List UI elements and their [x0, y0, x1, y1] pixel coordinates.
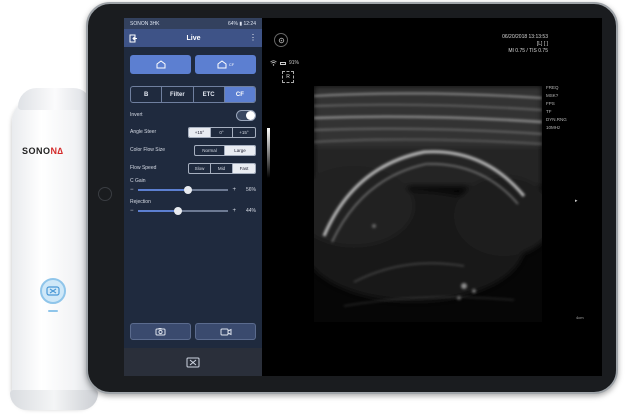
angle-steer-label: Angle Steer [130, 129, 157, 135]
control-panel: SONON 3HK 64% ▮ 12:24 Live ⋮ CF B Filter… [124, 18, 262, 376]
settings-icon[interactable] [274, 33, 288, 47]
plus-icon[interactable]: + [232, 187, 236, 193]
status-bar: SONON 3HK 64% ▮ 12:24 [124, 18, 262, 29]
c-gain-fill [137, 189, 189, 191]
datetime-info: 06/20/2018 13:13:53 [L] [ ] MI 0.75 / TI… [502, 34, 548, 55]
flow-speed-option[interactable]: Mid [211, 163, 233, 173]
rejection-fill [137, 210, 178, 212]
param-label: DYN.RNG [546, 117, 567, 122]
rejection-track[interactable] [137, 207, 229, 215]
more-menu-icon[interactable]: ⋮ [249, 34, 257, 42]
battery-level: 91% [289, 60, 300, 66]
probe-body [12, 96, 96, 406]
rejection-value: 44% [245, 208, 256, 214]
grayscale-bar [267, 128, 270, 178]
c-gain-thumb[interactable] [184, 186, 193, 194]
cf-icon [217, 60, 227, 69]
capture-image-button[interactable] [130, 323, 191, 340]
video-camera-icon [220, 328, 231, 336]
color-flow-size-option[interactable]: Large [225, 145, 255, 155]
page-title: Live [186, 34, 201, 42]
gear-icon [278, 37, 284, 43]
mi-tis: MI 0.75 / TIS 0.75 [508, 48, 548, 54]
probe-indicator: [L] [ ] [536, 41, 548, 47]
title-bar: Live ⋮ [124, 29, 262, 47]
invert-label: Invert [130, 112, 143, 118]
wifi-icon [270, 60, 277, 66]
tab-b[interactable]: B [131, 87, 163, 102]
param-label: FREQ [546, 85, 559, 90]
probe-logo-icon [46, 286, 60, 296]
angle-steer-option[interactable]: 0° [211, 127, 233, 137]
app-screen: SONON 3HK 64% ▮ 12:24 Live ⋮ CF B Filter… [124, 18, 602, 376]
battery-icon [280, 61, 286, 65]
datetime-text: 06/20/2018 13:13:53 [502, 34, 548, 40]
angle-steer-segment: +15° 0° +15° [188, 126, 256, 138]
focus-marker: ▸ [575, 198, 578, 204]
footer-bar [124, 348, 262, 376]
param-label: MSK? [546, 93, 559, 98]
color-flow-size-option[interactable]: Normal [195, 145, 225, 155]
c-gain-track[interactable] [137, 186, 229, 194]
probe-brand: SONON∆ [22, 146, 64, 156]
minus-icon[interactable]: − [130, 208, 134, 214]
color-flow-size-row: Color Flow Size Normal Large [130, 143, 256, 157]
angle-steer-row: Angle Steer +15° 0° +15° [130, 125, 256, 139]
param-label: FPS [546, 101, 555, 106]
connection-status: 91% [270, 60, 299, 66]
home-probe-icon [156, 60, 165, 69]
invert-row: Invert [130, 109, 256, 121]
bmode-button[interactable] [130, 55, 191, 74]
rejection-slider[interactable]: − + 44% [130, 205, 256, 217]
camera-icon [155, 328, 166, 336]
color-flow-size-label: Color Flow Size [130, 147, 166, 153]
param-label: 10MHz [546, 125, 561, 130]
tablet: SONON 3HK 64% ▮ 12:24 Live ⋮ CF B Filter… [86, 2, 618, 394]
depth-label: 4cm [576, 315, 584, 320]
ultrasound-image [314, 86, 542, 322]
freeze-icon[interactable] [186, 357, 200, 368]
minus-icon[interactable]: − [130, 187, 134, 193]
mode-tabs: B Filter ETC CF [130, 86, 256, 103]
c-gain-value: 56% [245, 187, 256, 193]
flow-speed-segment: Slow Mid Fast [188, 162, 256, 174]
tablet-home-button[interactable] [98, 187, 112, 201]
c-gain-slider[interactable]: − + 56% [130, 184, 256, 196]
flow-speed-option[interactable]: Slow [189, 163, 211, 173]
record-video-button[interactable] [195, 323, 256, 340]
status-right: 64% ▮ 12:24 [227, 20, 256, 27]
angle-steer-option[interactable]: +15° [233, 128, 255, 137]
rejection-thumb[interactable] [173, 207, 182, 215]
tab-cf[interactable]: CF [224, 87, 255, 102]
status-left: SONON 3HK [130, 20, 160, 27]
imaging-parameters: FREQ MSK? FPS TF DYN.RNG 10MHz [546, 84, 567, 132]
plus-icon[interactable]: + [232, 208, 236, 214]
flow-speed-label: Flow Speed [130, 165, 157, 171]
angle-steer-option[interactable]: +15° [189, 127, 211, 137]
probe-power-button[interactable] [40, 278, 66, 304]
tab-etc[interactable]: ETC [194, 87, 225, 102]
probe-head [18, 88, 92, 110]
invert-toggle[interactable] [236, 109, 256, 121]
probe-tip [10, 390, 98, 410]
color-flow-size-segment: Normal Large [194, 144, 256, 156]
param-label: TF [546, 109, 552, 114]
flow-speed-option[interactable]: Fast [233, 163, 255, 173]
rotate-button[interactable]: R [282, 71, 294, 83]
cf-mode-button[interactable]: CF [195, 55, 256, 74]
ultrasound-scan [314, 86, 542, 322]
flow-speed-row: Flow Speed Slow Mid Fast [130, 161, 256, 175]
exit-icon[interactable] [129, 34, 138, 43]
probe-led [48, 310, 58, 312]
tab-filter[interactable]: Filter [162, 87, 194, 102]
